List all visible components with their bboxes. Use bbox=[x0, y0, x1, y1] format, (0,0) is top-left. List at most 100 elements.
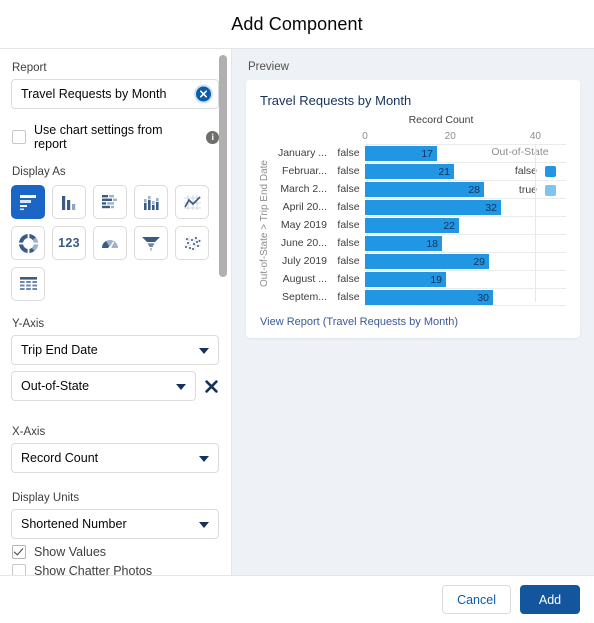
chart-legend: Out-of-State false true bbox=[484, 146, 556, 203]
show-chatter-photos-checkbox[interactable] bbox=[12, 564, 26, 575]
add-component-modal: Add Component Report Travel Requests by … bbox=[0, 0, 594, 623]
settings-scrollbar[interactable] bbox=[218, 53, 228, 575]
modal-body: Report Travel Requests by Month Use char… bbox=[0, 49, 594, 575]
chevron-down-icon bbox=[199, 522, 209, 528]
show-values-checkbox[interactable] bbox=[12, 545, 26, 559]
use-chart-settings-label: Use chart settings from report bbox=[34, 123, 163, 151]
chart-bar-value: 21 bbox=[438, 165, 450, 178]
chart-gridline bbox=[535, 144, 537, 302]
report-input[interactable]: Travel Requests by Month bbox=[11, 79, 219, 109]
chart-subcategory-label: false bbox=[337, 255, 360, 267]
funnel-chart-icon[interactable] bbox=[134, 226, 168, 260]
chart-legend-label: true bbox=[518, 184, 537, 196]
chart-x-tick: 20 bbox=[444, 131, 456, 142]
chart-type-grid: 123 bbox=[11, 185, 219, 301]
preview-label: Preview bbox=[248, 61, 289, 73]
y-axis-primary-select[interactable]: Trip End Date bbox=[11, 335, 219, 365]
chart-bar[interactable]: 18 bbox=[365, 236, 442, 251]
chart-category-label: May 2019 bbox=[280, 219, 327, 231]
chart-bar-value: 22 bbox=[443, 219, 455, 232]
chart-plot-area: Record Count 0 20 40 Out-of-State > Trip E… bbox=[257, 114, 566, 306]
donut-chart-icon[interactable] bbox=[11, 226, 45, 260]
horizontal-bar-chart-icon[interactable] bbox=[11, 185, 45, 219]
chart-y-axis-title: Out-of-State > Trip End Date bbox=[259, 159, 271, 287]
chart-bar-value: 17 bbox=[421, 147, 433, 160]
y-axis-primary-value: Trip End Date bbox=[21, 343, 98, 357]
view-report-link[interactable]: View Report (Travel Requests by Month) bbox=[260, 316, 458, 328]
chart-bar[interactable]: 29 bbox=[365, 254, 489, 269]
show-values-row[interactable]: Show Values bbox=[12, 545, 219, 559]
chart-legend-swatch bbox=[545, 184, 556, 196]
cancel-button[interactable]: Cancel bbox=[442, 585, 511, 614]
settings-scroll-container: Report Travel Requests by Month Use char… bbox=[0, 49, 231, 575]
chart-legend-swatch bbox=[545, 165, 556, 177]
add-button[interactable]: Add bbox=[520, 585, 580, 614]
gauge-chart-icon[interactable] bbox=[93, 226, 127, 260]
settings-scrollbar-thumb[interactable] bbox=[219, 55, 227, 277]
chart-bar[interactable]: 28 bbox=[365, 182, 484, 197]
metric-chart-icon[interactable]: 123 bbox=[52, 226, 86, 260]
use-chart-settings-row[interactable]: Use chart settings from report i bbox=[12, 123, 219, 151]
display-units-value: Shortened Number bbox=[21, 517, 127, 531]
close-x-icon[interactable] bbox=[203, 378, 219, 394]
scatter-chart-icon[interactable] bbox=[175, 226, 209, 260]
chevron-down-icon bbox=[176, 384, 186, 390]
vertical-bar-chart-icon[interactable] bbox=[52, 185, 86, 219]
display-as-group: Display As 123 bbox=[11, 165, 219, 301]
page-title: Add Component bbox=[231, 13, 363, 34]
report-label: Report bbox=[12, 62, 47, 74]
y-axis-secondary-value: Out-of-State bbox=[21, 379, 90, 393]
display-units-select[interactable]: Shortened Number bbox=[11, 509, 219, 539]
stacked-vertical-bar-chart-icon[interactable] bbox=[134, 185, 168, 219]
use-chart-settings-checkbox[interactable] bbox=[12, 130, 26, 144]
chart-subcategory-label: false bbox=[337, 183, 360, 195]
chart-bar-value: 18 bbox=[426, 237, 438, 250]
chart-x-tick: 0 bbox=[362, 131, 368, 142]
chart-category-label: August ... bbox=[282, 273, 327, 285]
chart-category-label: March 2... bbox=[280, 183, 327, 195]
report-field-group: Report Travel Requests by Month bbox=[11, 61, 219, 109]
x-axis-select[interactable]: Record Count bbox=[11, 443, 219, 473]
chevron-down-icon bbox=[199, 456, 209, 462]
chart-legend-title: Out-of-State bbox=[491, 146, 549, 158]
chart-legend-item[interactable]: true bbox=[484, 184, 556, 196]
x-axis-label: X-Axis bbox=[12, 426, 46, 438]
chart-category-label: Septem... bbox=[282, 291, 327, 303]
y-axis-secondary-select[interactable]: Out-of-State bbox=[11, 371, 196, 401]
chart-bar[interactable]: 17 bbox=[365, 146, 437, 161]
display-units-group: Display Units Shortened Number bbox=[11, 491, 219, 539]
stacked-horizontal-bar-chart-icon[interactable] bbox=[93, 185, 127, 219]
chart-bar-value: 28 bbox=[468, 183, 480, 196]
chart-subcategory-label: false bbox=[337, 291, 360, 303]
chart-bar[interactable]: 21 bbox=[365, 164, 454, 179]
x-axis-group: X-Axis Record Count bbox=[11, 425, 219, 473]
chart-bar-value: 19 bbox=[430, 273, 442, 286]
chart-bar[interactable]: 30 bbox=[365, 290, 493, 305]
chart-bar[interactable]: 22 bbox=[365, 218, 459, 233]
chevron-down-icon bbox=[199, 348, 209, 354]
chart-bar-row: Septem... false 30 bbox=[271, 288, 566, 306]
chart-legend-items: false true bbox=[484, 165, 556, 196]
chart-legend-item[interactable]: false bbox=[484, 165, 556, 177]
show-chatter-photos-row[interactable]: Show Chatter Photos bbox=[12, 564, 219, 575]
chart-legend-label: false bbox=[514, 165, 537, 177]
chart-x-axis-title: Record Count bbox=[408, 114, 474, 126]
chart-category-label: June 20... bbox=[280, 237, 327, 249]
chart-subcategory-label: false bbox=[337, 273, 360, 285]
chart-bar-row: May 2019 false 22 bbox=[271, 216, 566, 234]
settings-panel: Report Travel Requests by Month Use char… bbox=[0, 49, 232, 575]
chart-category-label: July 2019 bbox=[282, 255, 327, 267]
table-chart-icon[interactable] bbox=[11, 267, 45, 301]
close-circle-icon[interactable] bbox=[196, 86, 211, 102]
chart-bar-value: 29 bbox=[473, 255, 485, 268]
chart-bar[interactable]: 32 bbox=[365, 200, 501, 215]
chart-bar[interactable]: 19 bbox=[365, 272, 446, 287]
x-axis-value: Record Count bbox=[21, 451, 99, 465]
show-values-label: Show Values bbox=[34, 545, 107, 559]
line-chart-icon[interactable] bbox=[175, 185, 209, 219]
chart-preview-card: Travel Requests by Month Record Count 0 2… bbox=[246, 80, 580, 338]
chart-bar-row: August ... false 19 bbox=[271, 270, 566, 288]
modal-header: Add Component bbox=[0, 0, 594, 49]
show-chatter-photos-label: Show Chatter Photos bbox=[34, 564, 153, 575]
y-axis-label: Y-Axis bbox=[12, 318, 45, 330]
